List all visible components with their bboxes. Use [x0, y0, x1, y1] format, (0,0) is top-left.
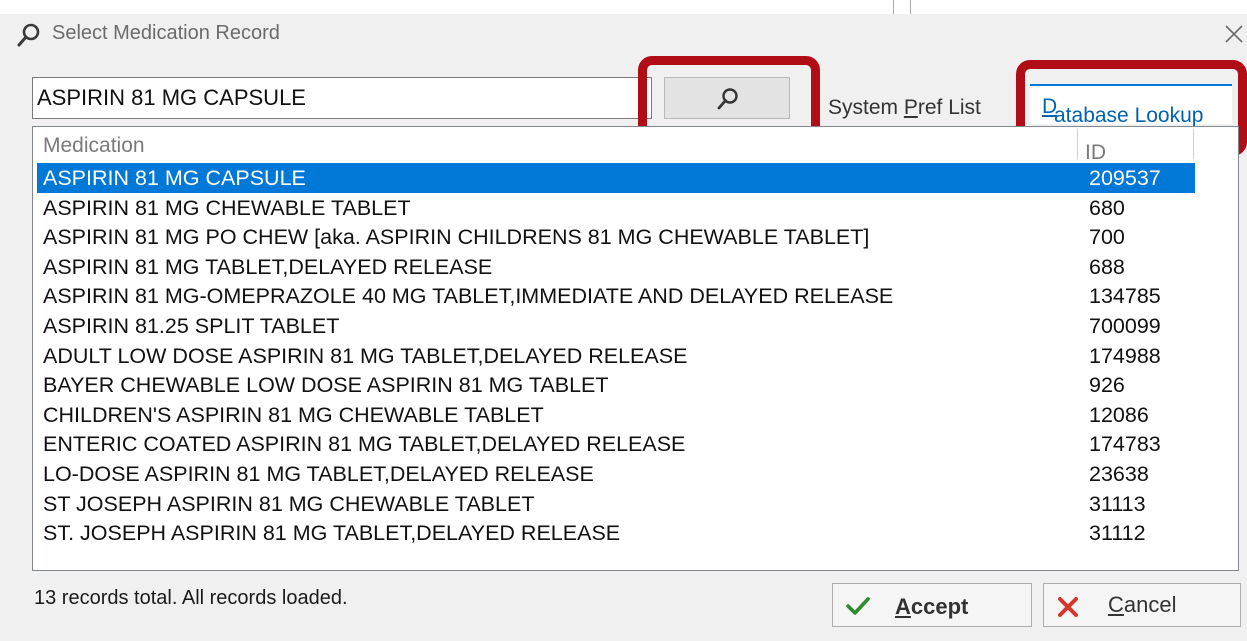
id-cell: 31113 [1089, 491, 1146, 516]
id-cell: 700 [1089, 225, 1125, 250]
search-icon [17, 23, 40, 47]
list-header: Medication ID [33, 127, 1238, 161]
close-icon[interactable] [1222, 22, 1246, 46]
status-text: 13 records total. All records loaded. [34, 587, 348, 609]
id-cell: 174783 [1089, 432, 1161, 457]
medication-cell: ASPIRIN 81 MG-OMEPRAZOLE 40 MG TABLET,IM… [43, 284, 894, 309]
table-row[interactable]: ENTERIC COATED ASPIRIN 81 MG TABLET,DELA… [37, 429, 1195, 459]
medication-cell: ASPIRIN 81.25 SPLIT TABLET [43, 314, 340, 338]
table-row[interactable]: ASPIRIN 81 MG-OMEPRAZOLE 40 MG TABLET,IM… [37, 281, 1195, 311]
table-row[interactable]: ASPIRIN 81 MG CHEWABLE TABLET 680 [37, 193, 1195, 223]
table-row[interactable]: ASPIRIN 81 MG PO CHEW [aka. ASPIRIN CHIL… [37, 222, 1195, 252]
id-cell: 688 [1089, 254, 1125, 279]
id-cell: 209537 [1089, 166, 1161, 190]
window-title: Select Medication Record [52, 22, 280, 44]
id-cell: 174988 [1089, 343, 1161, 368]
medication-cell: CHILDREN'S ASPIRIN 81 MG CHEWABLE TABLET [43, 402, 544, 427]
table-row[interactable]: BAYER CHEWABLE LOW DOSE ASPIRIN 81 MG TA… [37, 370, 1195, 400]
accept-label: Accept [895, 594, 969, 619]
medication-cell: ENTERIC COATED ASPIRIN 81 MG TABLET,DELA… [43, 432, 686, 457]
table-row[interactable]: CHILDREN'S ASPIRIN 81 MG CHEWABLE TABLET… [37, 400, 1195, 430]
medication-cell: ASPIRIN 81 MG CAPSULE [43, 166, 306, 190]
x-mark-icon [1058, 597, 1078, 617]
id-cell: 680 [1089, 195, 1125, 220]
checkmark-icon [846, 597, 870, 615]
table-row[interactable]: ST. JOSEPH ASPIRIN 81 MG TABLET,DELAYED … [37, 518, 1195, 548]
table-row[interactable]: ASPIRIN 81 MG CAPSULE 209537 [37, 163, 1195, 193]
medication-cell: LO-DOSE ASPIRIN 81 MG TABLET,DELAYED REL… [43, 462, 594, 486]
medication-cell: ADULT LOW DOSE ASPIRIN 81 MG TABLET,DELA… [43, 343, 688, 368]
medication-cell: ASPIRIN 81 MG TABLET,DELAYED RELEASE [43, 254, 493, 279]
medication-cell: BAYER CHEWABLE LOW DOSE ASPIRIN 81 MG TA… [43, 373, 609, 398]
column-header-id[interactable]: ID [1085, 131, 1145, 161]
id-cell: 12086 [1089, 402, 1149, 427]
table-row[interactable]: ASPIRIN 81 MG TABLET,DELAYED RELEASE 688 [37, 252, 1195, 282]
accept-button[interactable]: Accept [832, 583, 1032, 627]
column-divider [1077, 129, 1078, 159]
column-divider [893, 0, 894, 14]
column-divider [1193, 129, 1194, 159]
table-row[interactable]: LO-DOSE ASPIRIN 81 MG TABLET,DELAYED REL… [37, 459, 1195, 489]
medication-cell: ST. JOSEPH ASPIRIN 81 MG TABLET,DELAYED … [43, 521, 621, 546]
medication-cell: ASPIRIN 81 MG CHEWABLE TABLET [43, 195, 411, 220]
table-row[interactable]: ST JOSEPH ASPIRIN 81 MG CHEWABLE TABLET 3… [37, 489, 1195, 519]
medication-cell: ASPIRIN 81 MG PO CHEW [aka. ASPIRIN CHIL… [43, 225, 870, 250]
id-cell: 926 [1089, 373, 1125, 398]
tab-system-pref-list[interactable]: System Pref List [828, 96, 981, 120]
search-input[interactable] [32, 77, 652, 119]
id-cell: 31112 [1089, 521, 1146, 546]
column-divider [910, 0, 911, 14]
medication-cell: ST JOSEPH ASPIRIN 81 MG CHEWABLE TABLET [43, 491, 535, 516]
id-cell: 700099 [1089, 314, 1161, 338]
id-cell: 23638 [1089, 462, 1149, 486]
id-cell: 134785 [1089, 284, 1161, 309]
cancel-button[interactable]: Cancel [1043, 583, 1241, 627]
table-row[interactable]: ASPIRIN 81.25 SPLIT TABLET 700099 [37, 311, 1195, 341]
cancel-label: Cancel [1108, 592, 1177, 617]
column-header-medication[interactable]: Medication [43, 134, 145, 158]
background-window-strip [0, 0, 1247, 14]
table-row[interactable]: ADULT LOW DOSE ASPIRIN 81 MG TABLET,DELA… [37, 341, 1195, 371]
medication-list[interactable]: Medication ID ASPIRIN 81 MG CAPSULE 20953… [32, 126, 1239, 571]
